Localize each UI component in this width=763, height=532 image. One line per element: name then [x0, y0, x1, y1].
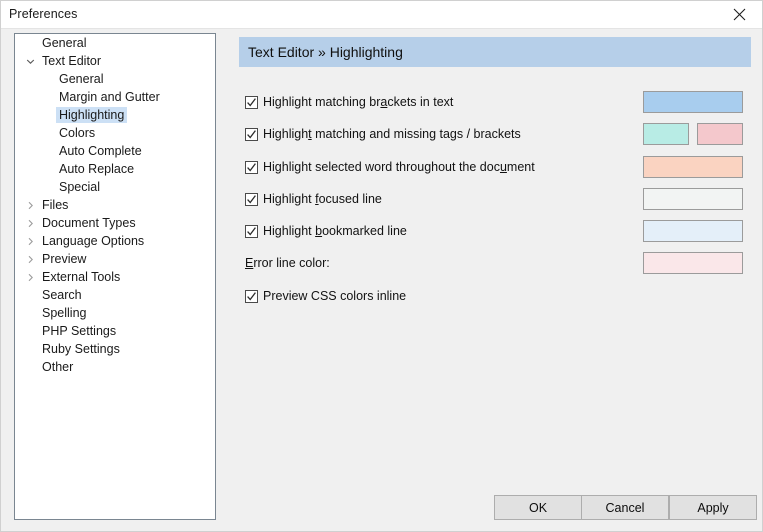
- sidebar-item-label: Language Options: [39, 233, 147, 249]
- option-label: Error line color:: [245, 255, 330, 271]
- chevron-right-icon[interactable]: [24, 268, 36, 286]
- matching-tags-color[interactable]: [643, 123, 689, 145]
- label-error-line-color: Error line color:: [245, 252, 330, 274]
- chevron-down-icon[interactable]: [24, 52, 36, 70]
- dialog-footer: OK Cancel Apply: [1, 495, 762, 531]
- option-label: Highlight focused line: [263, 191, 382, 207]
- sidebar-item-label: Colors: [56, 125, 98, 141]
- window-title: Preferences: [9, 7, 78, 21]
- checkbox-preview-css-colors-inline[interactable]: Preview CSS colors inline: [245, 285, 406, 307]
- sidebar-item-label: PHP Settings: [39, 323, 119, 339]
- sidebar-item-label: Search: [39, 287, 85, 303]
- selected-word-color[interactable]: [643, 156, 743, 178]
- cancel-button[interactable]: Cancel: [581, 495, 669, 520]
- option-row-highlight-focused-line: Highlight focused line: [239, 188, 751, 210]
- sidebar-item-label: General: [56, 71, 106, 87]
- checkbox-icon[interactable]: [245, 290, 258, 303]
- settings-content-pane: Text Editor » Highlighting Highlight mat…: [239, 33, 751, 483]
- checkbox-highlight-matching-brackets[interactable]: Highlight matching brackets in text: [245, 91, 453, 113]
- sidebar-item-files[interactable]: Files: [15, 196, 215, 214]
- matching-brackets-color[interactable]: [643, 91, 743, 113]
- settings-tree[interactable]: General Text Editor General Margin and Gutt…: [14, 33, 216, 520]
- sidebar-item-highlighting[interactable]: Highlighting: [15, 106, 215, 124]
- checkbox-icon[interactable]: [245, 128, 258, 141]
- sidebar-item-language-options[interactable]: Language Options: [15, 232, 215, 250]
- error-line-color-swatch[interactable]: [643, 252, 743, 274]
- chevron-right-icon[interactable]: [24, 250, 36, 268]
- sidebar-item-label: Margin and Gutter: [56, 89, 163, 105]
- sidebar-item-label: Spelling: [39, 305, 89, 321]
- sidebar-item-auto-complete[interactable]: Auto Complete: [15, 142, 215, 160]
- checkbox-icon[interactable]: [245, 225, 258, 238]
- sidebar-item-label: External Tools: [39, 269, 123, 285]
- checkbox-highlight-matching-missing-tags[interactable]: Highlight matching and missing tags / br…: [245, 123, 521, 145]
- apply-button[interactable]: Apply: [669, 495, 757, 520]
- sidebar-item-other[interactable]: Other: [15, 358, 215, 376]
- chevron-right-icon[interactable]: [24, 232, 36, 250]
- checkbox-highlight-bookmarked-line[interactable]: Highlight bookmarked line: [245, 220, 407, 242]
- preferences-dialog: Preferences General Text Editor General Mar…: [0, 0, 763, 532]
- checkbox-icon[interactable]: [245, 193, 258, 206]
- sidebar-item-general[interactable]: General: [15, 34, 215, 52]
- sidebar-item-label: Special: [56, 179, 103, 195]
- sidebar-item-label: Files: [39, 197, 71, 213]
- option-label: Highlight matching brackets in text: [263, 94, 453, 110]
- sidebar-item-label: Preview: [39, 251, 89, 267]
- sidebar-item-label: Text Editor: [39, 53, 104, 69]
- option-row-error-line-color: Error line color:: [239, 252, 751, 274]
- checkbox-highlight-selected-word[interactable]: Highlight selected word throughout the d…: [245, 156, 535, 178]
- checkbox-highlight-focused-line[interactable]: Highlight focused line: [245, 188, 382, 210]
- option-row-highlight-matching-missing-tags: Highlight matching and missing tags / br…: [239, 123, 751, 145]
- section-header: Text Editor » Highlighting: [239, 37, 751, 67]
- option-row-preview-css-colors-inline: Preview CSS colors inline: [239, 285, 751, 307]
- sidebar-item-ruby-settings[interactable]: Ruby Settings: [15, 340, 215, 358]
- section-header-title: Text Editor » Highlighting: [239, 44, 403, 60]
- ok-button[interactable]: OK: [494, 495, 582, 520]
- sidebar-item-label: Auto Complete: [56, 143, 145, 159]
- option-label: Highlight matching and missing tags / br…: [263, 126, 521, 142]
- sidebar-item-spelling[interactable]: Spelling: [15, 304, 215, 322]
- sidebar-item-document-types[interactable]: Document Types: [15, 214, 215, 232]
- option-row-highlight-selected-word: Highlight selected word throughout the d…: [239, 156, 751, 178]
- close-icon[interactable]: [716, 1, 762, 28]
- sidebar-item-preview[interactable]: Preview: [15, 250, 215, 268]
- sidebar-item-search[interactable]: Search: [15, 286, 215, 304]
- title-bar: Preferences: [1, 1, 762, 29]
- sidebar-item-label: Document Types: [39, 215, 139, 231]
- chevron-right-icon[interactable]: [24, 196, 36, 214]
- sidebar-item-label: Highlighting: [56, 107, 127, 123]
- sidebar-item-colors[interactable]: Colors: [15, 124, 215, 142]
- option-row-highlight-matching-brackets: Highlight matching brackets in text: [239, 91, 751, 113]
- focused-line-color[interactable]: [643, 188, 743, 210]
- sidebar-item-special[interactable]: Special: [15, 178, 215, 196]
- chevron-right-icon[interactable]: [24, 214, 36, 232]
- sidebar-item-external-tools[interactable]: External Tools: [15, 268, 215, 286]
- sidebar-item-general[interactable]: General: [15, 70, 215, 88]
- option-label: Highlight bookmarked line: [263, 223, 407, 239]
- checkbox-icon[interactable]: [245, 161, 258, 174]
- sidebar-item-auto-replace[interactable]: Auto Replace: [15, 160, 215, 178]
- missing-tags-color[interactable]: [697, 123, 743, 145]
- sidebar-item-label: Ruby Settings: [39, 341, 123, 357]
- sidebar-item-php-settings[interactable]: PHP Settings: [15, 322, 215, 340]
- checkbox-icon[interactable]: [245, 96, 258, 109]
- sidebar-item-label: General: [39, 35, 89, 51]
- option-label: Highlight selected word throughout the d…: [263, 159, 535, 175]
- option-row-highlight-bookmarked-line: Highlight bookmarked line: [239, 220, 751, 242]
- option-label: Preview CSS colors inline: [263, 288, 406, 304]
- sidebar-item-label: Other: [39, 359, 76, 375]
- sidebar-item-label: Auto Replace: [56, 161, 137, 177]
- sidebar-item-margin-and-gutter[interactable]: Margin and Gutter: [15, 88, 215, 106]
- bookmarked-line-color[interactable]: [643, 220, 743, 242]
- sidebar-item-text-editor[interactable]: Text Editor: [15, 52, 215, 70]
